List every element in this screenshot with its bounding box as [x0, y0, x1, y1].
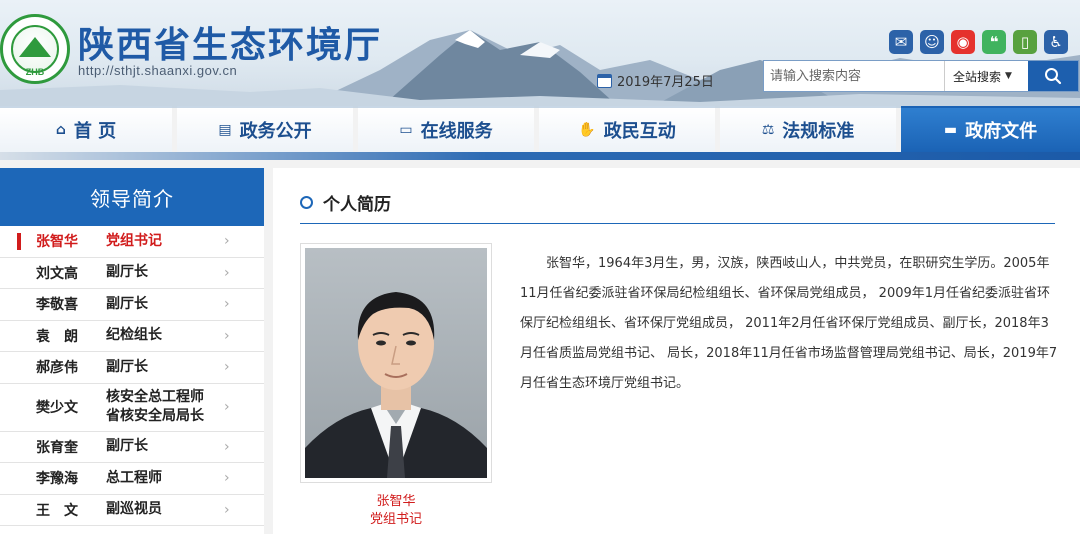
leader-item[interactable]: 李豫海 总工程师 ›	[0, 463, 264, 495]
leader-post: 纪检组长	[106, 327, 162, 344]
nav-item-regulations[interactable]: ⚖ 法规标准	[720, 106, 896, 152]
search-scope-select[interactable]: 全站搜索 ▼	[944, 61, 1030, 91]
circle-bullet-icon	[300, 196, 313, 209]
leader-sidebar: 领导简介 张智华 党组书记 › 刘文高 副厅长 › 李敬喜 副厅长 › 袁 朗 …	[0, 168, 264, 534]
nav-item-government-documents[interactable]: ▬ 政府文件	[901, 106, 1080, 152]
chevron-right-icon: ›	[224, 438, 230, 455]
site-name[interactable]: 陕西省生态环境厅	[78, 16, 382, 68]
chevron-right-icon: ›	[224, 233, 230, 250]
leader-item[interactable]: 樊少文 核安全总工程师 省核安全局局长 ›	[0, 384, 264, 432]
leader-post: 总工程师	[106, 469, 162, 486]
calendar-icon	[597, 73, 612, 88]
biography: 张智华，1964年3月生，男，汉族，陕西岐山人，中共党员，在职研究生学历。200…	[520, 249, 1060, 399]
date-display: 2019年7月25日	[597, 71, 714, 90]
leader-name: 张智华	[36, 234, 78, 251]
nav-divider	[0, 152, 1080, 160]
wechat-icon[interactable]: ❝	[982, 30, 1006, 54]
portrait-image	[305, 248, 487, 478]
site-url: http://sthjt.shaanxi.gov.cn	[78, 63, 238, 78]
handshake-icon: ✋	[578, 122, 596, 138]
leader-item[interactable]: 刘文高 副厅长 ›	[0, 258, 264, 289]
search-box: 全站搜索 ▼	[763, 60, 1079, 92]
section-divider	[300, 223, 1055, 224]
nav-label: 政务公开	[239, 121, 312, 142]
chevron-right-icon: ›	[224, 327, 230, 344]
home-icon: ⌂	[55, 122, 66, 138]
leader-item[interactable]: 张智华 党组书记 ›	[0, 226, 264, 258]
leader-name: 郝彦伟	[36, 360, 78, 377]
nav-item-online-services[interactable]: ▭ 在线服务	[358, 106, 534, 152]
leader-post: 副厅长	[106, 264, 148, 281]
leader-name: 刘文高	[36, 265, 78, 282]
toolbar-icons: ✉ ☺ ◉ ❝ ▯ ♿	[889, 30, 1068, 54]
user-icon[interactable]: ☺	[920, 30, 944, 54]
caption-post: 党组书记	[369, 512, 422, 527]
leader-post: 副厅长	[106, 358, 148, 375]
chevron-right-icon: ›	[224, 399, 230, 415]
leader-post: 副巡视员	[106, 501, 162, 518]
chevron-right-icon: ›	[224, 296, 230, 313]
nav-label: 法规标准	[782, 121, 855, 142]
sidebar-title: 领导简介	[0, 168, 264, 226]
biography-text: 张智华，1964年3月生，男，汉族，陕西岐山人，中共党员，在职研究生学历。200…	[520, 256, 1058, 391]
leader-name: 张育奎	[36, 439, 78, 456]
nav-label: 首 页	[73, 121, 117, 142]
leader-name: 王 文	[36, 502, 78, 519]
portrait-caption: 张智华 党组书记	[300, 493, 492, 529]
leader-name: 李敬喜	[36, 297, 78, 314]
caption-name: 张智华	[376, 494, 416, 509]
logo-text: ZHB	[25, 67, 45, 77]
chevron-right-icon: ›	[224, 264, 230, 281]
leader-name: 袁 朗	[36, 328, 78, 345]
chevron-right-icon: ›	[224, 470, 230, 487]
section-title: 个人简历	[323, 195, 391, 215]
weibo-icon[interactable]: ◉	[951, 30, 975, 54]
leader-item[interactable]: 郝彦伟 副厅长 ›	[0, 352, 264, 384]
search-scope-label: 全站搜索	[953, 69, 1002, 84]
nav-item-public-interaction[interactable]: ✋ 政民互动	[539, 106, 715, 152]
leader-post: 核安全总工程师 省核安全局局长	[106, 389, 204, 424]
accessibility-icon[interactable]: ♿	[1044, 30, 1068, 54]
monitor-icon: ▭	[399, 122, 413, 138]
leader-post: 副厅长	[106, 295, 148, 312]
search-button[interactable]	[1028, 61, 1078, 91]
nav-item-government-affairs[interactable]: ▤ 政务公开	[177, 106, 353, 152]
site-header: ZHB 陕西省生态环境厅 http://sthjt.shaanxi.gov.cn…	[0, 0, 1080, 108]
leader-item[interactable]: 袁 朗 纪检组长 ›	[0, 321, 264, 352]
leader-item[interactable]: 李敬喜 副厅长 ›	[0, 289, 264, 321]
leader-item[interactable]: 张育奎 副厅长 ›	[0, 432, 264, 463]
folder-icon: ▬	[943, 122, 958, 138]
section-header: 个人简历	[300, 190, 391, 215]
leader-item[interactable]: 王 文 副巡视员 ›	[0, 495, 264, 526]
mobile-icon[interactable]: ▯	[1013, 30, 1037, 54]
nav-label: 政府文件	[965, 121, 1038, 142]
nav-label: 政民互动	[603, 121, 676, 142]
leader-list: 张智华 党组书记 › 刘文高 副厅长 › 李敬喜 副厅长 › 袁 朗 纪检组长 …	[0, 226, 264, 526]
leader-name: 李豫海	[36, 471, 78, 488]
list-icon: ▤	[218, 122, 232, 138]
leader-name: 樊少文	[36, 400, 78, 416]
search-icon	[1045, 68, 1062, 85]
chevron-right-icon: ›	[224, 501, 230, 518]
chevron-down-icon: ▼	[1005, 71, 1012, 81]
nav-item-home[interactable]: ⌂ 首 页	[0, 106, 172, 152]
scale-icon: ⚖	[761, 122, 775, 138]
portrait-photo	[300, 243, 492, 483]
chevron-right-icon: ›	[224, 359, 230, 376]
site-logo[interactable]: ZHB	[0, 14, 70, 84]
leader-post: 副厅长	[106, 438, 148, 455]
main-nav: ⌂ 首 页 ▤ 政务公开 ▭ 在线服务 ✋ 政民互动 ⚖ 法规标准 ▬ 政府文件	[0, 106, 1080, 152]
search-input[interactable]	[764, 61, 944, 91]
nav-label: 在线服务	[420, 121, 493, 142]
mail-icon[interactable]: ✉	[889, 30, 913, 54]
date-text: 2019年7月25日	[617, 75, 714, 90]
main-content: 个人简历 张智华 党组书记 张智华，1964年3月生，男，汉族，陕西岐山人，中共…	[273, 168, 1080, 534]
leader-post: 党组书记	[106, 232, 162, 249]
